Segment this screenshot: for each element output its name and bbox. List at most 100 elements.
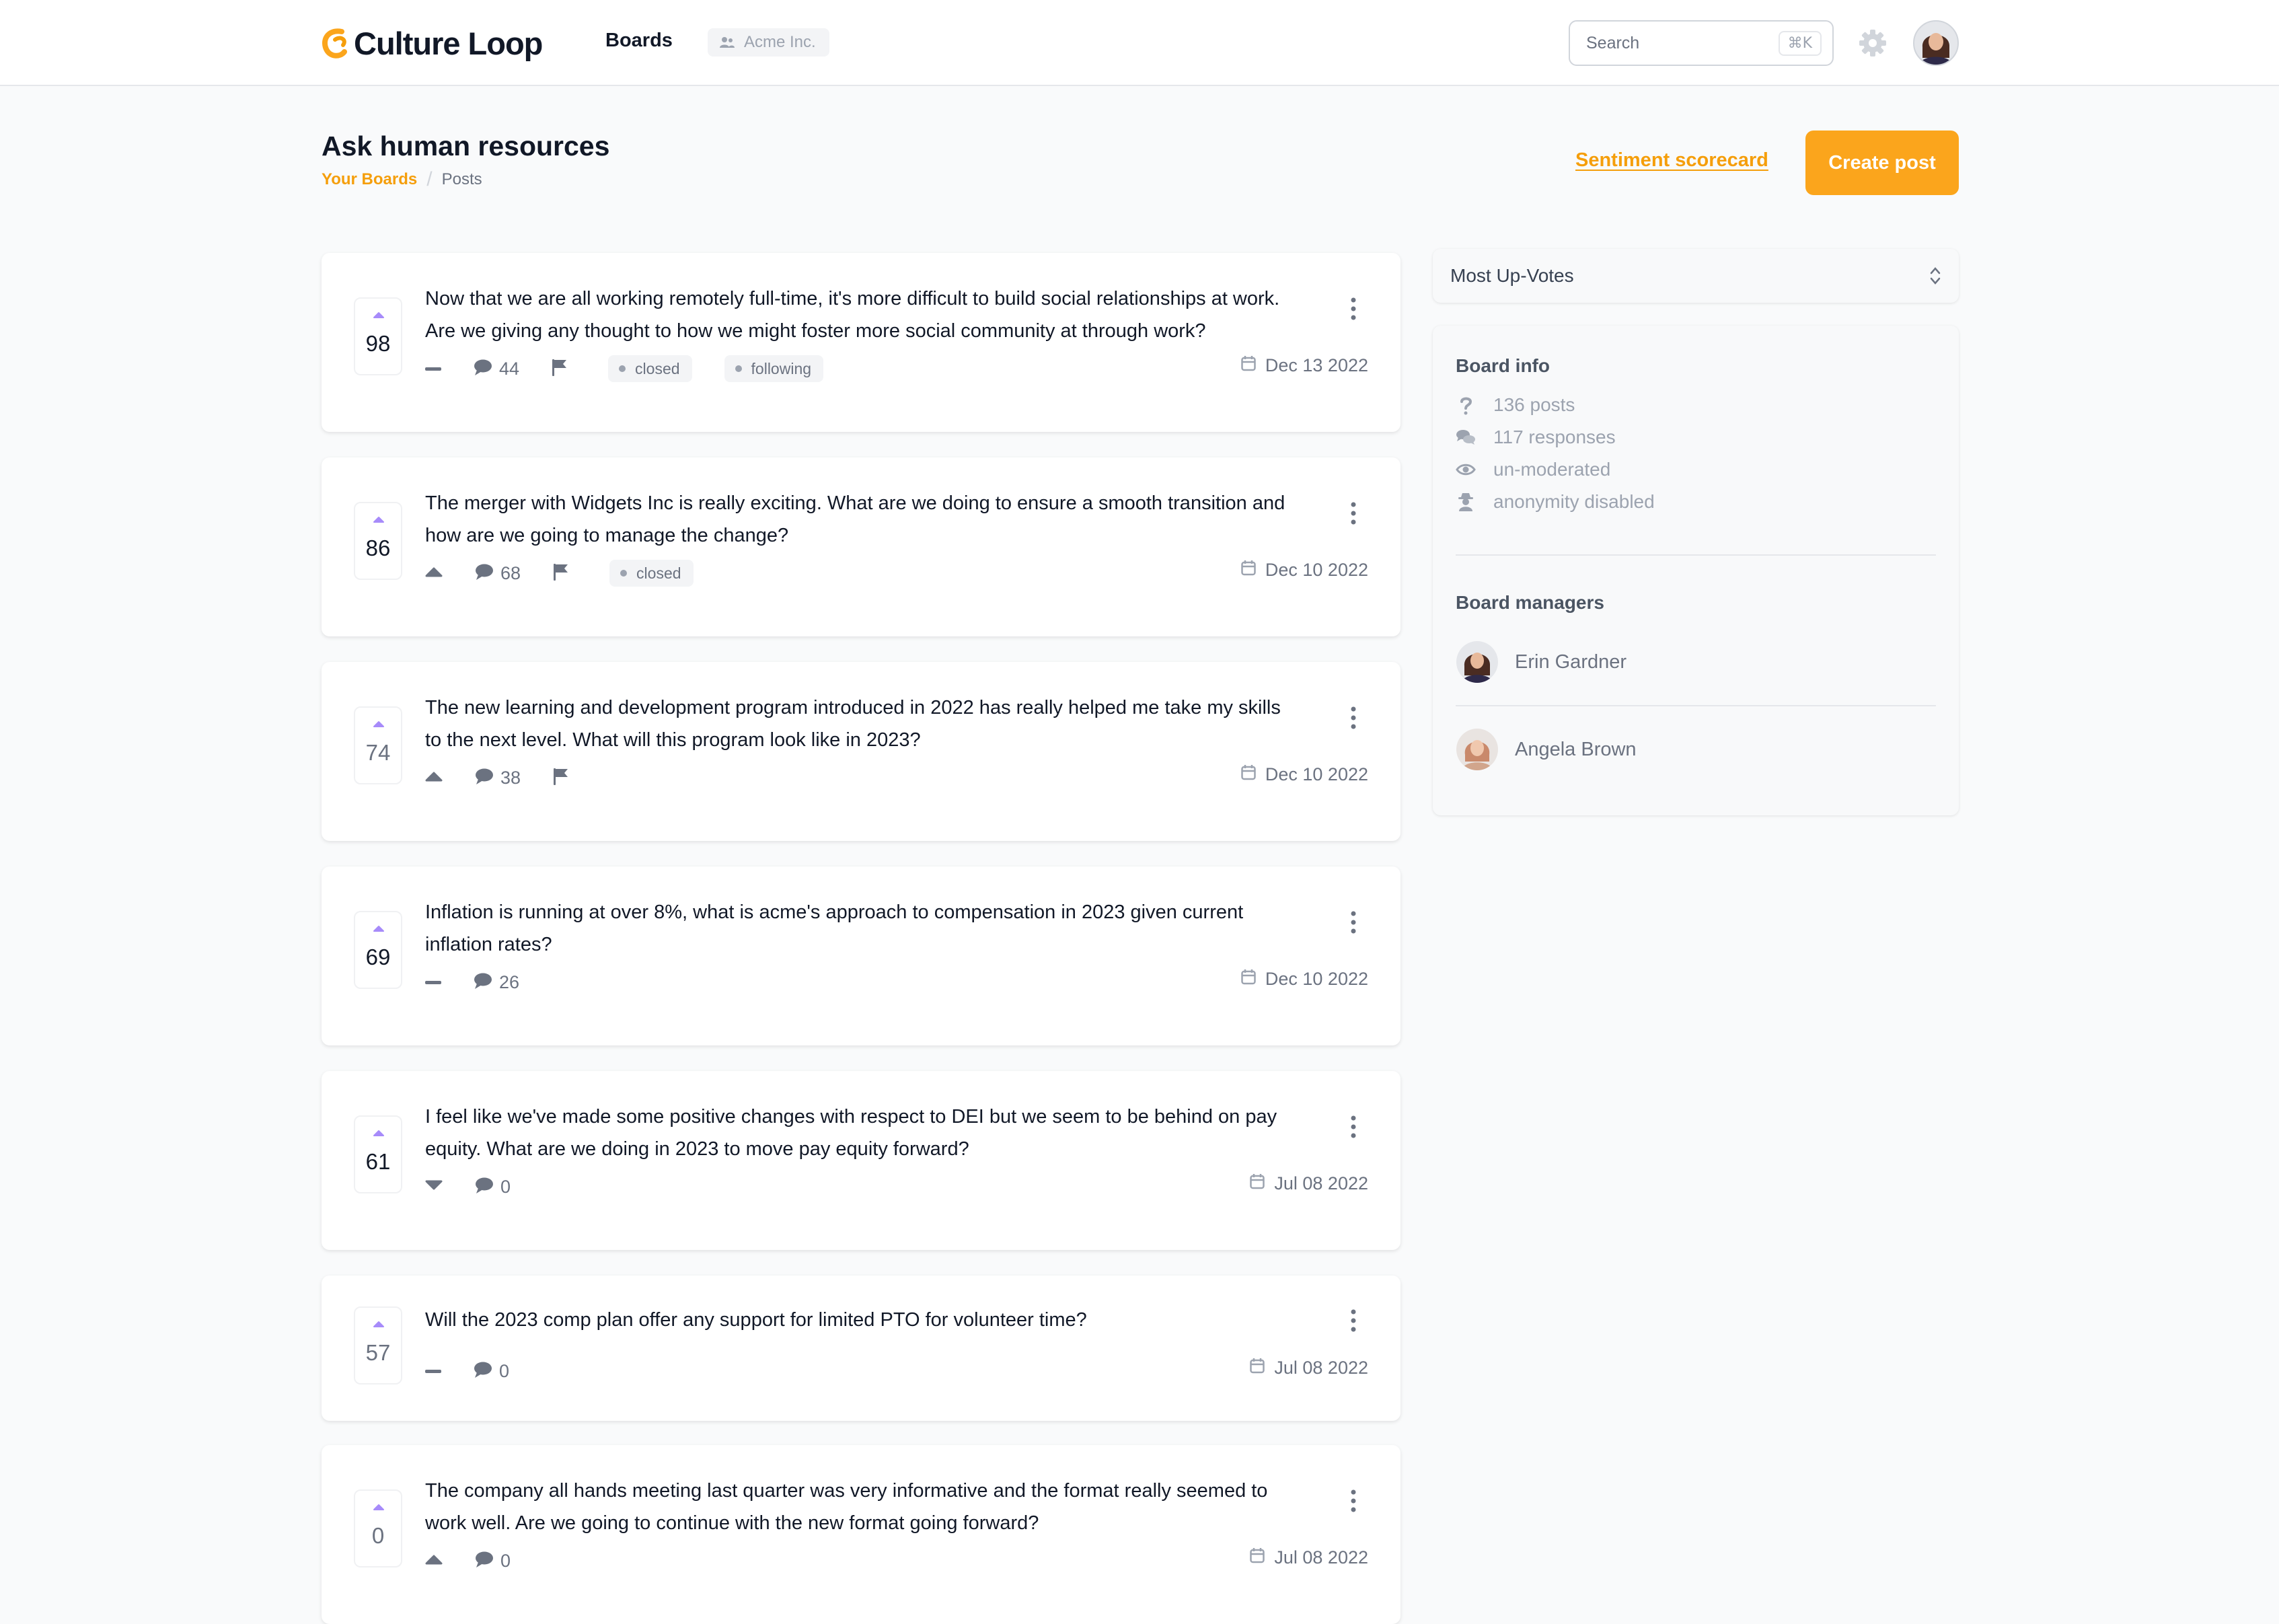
post-tag: following [724, 355, 824, 382]
post-date: Jul 08 2022 [1250, 1547, 1368, 1568]
app-name: Culture Loop [354, 25, 543, 61]
more-options-icon[interactable] [1349, 1489, 1357, 1512]
neutral-vote-icon[interactable] [425, 976, 441, 988]
create-post-button[interactable]: Create post [1805, 131, 1959, 195]
moderation-status-text: un-moderated [1493, 459, 1611, 480]
board-info-posts: 136 posts [1456, 394, 1575, 416]
comment-icon[interactable] [475, 1551, 494, 1572]
post-text[interactable]: Inflation is running at over 8%, what is… [425, 896, 1300, 961]
manager-name: Angela Brown [1515, 738, 1637, 760]
board-manager-item[interactable]: Erin Gardner [1456, 640, 1627, 684]
user-avatar[interactable] [1913, 20, 1959, 66]
post-card[interactable]: 69 Inflation is running at over 8%, what… [322, 866, 1400, 1045]
post-date: Jul 08 2022 [1250, 1358, 1368, 1378]
post-date: Dec 13 2022 [1241, 355, 1368, 376]
users-icon [720, 37, 735, 48]
post-text[interactable]: The new learning and development program… [425, 692, 1300, 756]
more-options-icon[interactable] [1349, 502, 1357, 525]
upvote-box[interactable]: 74 [354, 706, 402, 784]
app-logo[interactable]: Culture Loop [320, 22, 543, 65]
upvote-icon[interactable] [425, 566, 443, 581]
calendar-icon [1241, 560, 1265, 581]
post-text[interactable]: Will the 2023 comp plan offer any suppor… [425, 1304, 1300, 1336]
more-options-icon[interactable] [1349, 1309, 1357, 1332]
post-card[interactable]: 57 Will the 2023 comp plan offer any sup… [322, 1276, 1400, 1421]
flag-icon[interactable] [553, 562, 569, 585]
search-shortcut-badge: ⌘K [1778, 30, 1822, 56]
comment-count: 26 [499, 971, 520, 992]
nav-boards-link[interactable]: Boards [605, 30, 673, 52]
more-options-icon[interactable] [1349, 1115, 1357, 1138]
comment-icon[interactable] [475, 768, 494, 788]
top-navigation-bar: Culture Loop Boards Acme Inc. Search ⌘K [0, 0, 2279, 86]
post-date-text: Dec 10 2022 [1265, 560, 1368, 580]
upvote-box[interactable]: 57 [354, 1306, 402, 1385]
comment-icon[interactable] [475, 1177, 494, 1197]
post-date-text: Dec 10 2022 [1265, 969, 1368, 989]
downvote-icon[interactable] [425, 1180, 443, 1194]
upvote-arrow-icon[interactable] [373, 1129, 385, 1137]
post-date-text: Dec 10 2022 [1265, 764, 1368, 784]
more-options-icon[interactable] [1349, 706, 1357, 729]
post-date-text: Jul 08 2022 [1274, 1173, 1368, 1193]
upvote-arrow-icon[interactable] [373, 720, 385, 728]
post-card[interactable]: 74 The new learning and development prog… [322, 662, 1400, 841]
breadcrumb-separator: / [426, 168, 433, 190]
search-input[interactable]: Search ⌘K [1569, 20, 1834, 66]
post-card[interactable]: 86 The merger with Widgets Inc is really… [322, 457, 1400, 636]
post-meta: 38 [425, 764, 609, 791]
vote-count: 57 [365, 1340, 391, 1365]
more-options-icon[interactable] [1349, 297, 1357, 320]
post-text[interactable]: The company all hands meeting last quart… [425, 1475, 1300, 1539]
comment-icon[interactable] [474, 972, 492, 993]
calendar-icon [1250, 1358, 1274, 1378]
upvote-arrow-icon[interactable] [373, 311, 385, 319]
vote-count: 86 [365, 536, 391, 560]
post-date: Dec 10 2022 [1241, 969, 1368, 990]
upvote-icon[interactable] [425, 771, 443, 785]
flag-icon[interactable] [552, 358, 568, 380]
upvote-icon[interactable] [425, 1554, 443, 1568]
comment-icon[interactable] [475, 563, 494, 584]
eye-icon [1456, 464, 1476, 476]
board-manager-item[interactable]: Angela Brown [1456, 728, 1637, 771]
upvote-arrow-icon[interactable] [373, 515, 385, 523]
more-options-icon[interactable] [1349, 911, 1357, 934]
organization-name: Acme Inc. [744, 33, 816, 51]
comment-count: 68 [500, 562, 521, 583]
question-mark-icon [1460, 397, 1472, 415]
sort-select[interactable]: Most Up-Votes [1433, 249, 1959, 303]
anonymity-status-text: anonymity disabled [1493, 491, 1655, 512]
upvote-box[interactable]: 69 [354, 911, 402, 989]
upvote-arrow-icon[interactable] [373, 924, 385, 932]
comment-count: 0 [500, 1176, 511, 1197]
post-card[interactable]: 61 I feel like we've made some positive … [322, 1071, 1400, 1250]
flag-icon[interactable] [553, 767, 569, 789]
vote-count: 61 [365, 1149, 391, 1174]
upvote-arrow-icon[interactable] [373, 1320, 385, 1328]
post-text[interactable]: Now that we are all working remotely ful… [425, 283, 1300, 347]
post-card[interactable]: 98 Now that we are all working remotely … [322, 253, 1400, 432]
post-meta: 68 closed [425, 560, 726, 587]
post-text[interactable]: I feel like we've made some positive cha… [425, 1101, 1300, 1165]
upvote-box[interactable]: 61 [354, 1115, 402, 1193]
organization-chip[interactable]: Acme Inc. [708, 28, 829, 57]
upvote-box[interactable]: 98 [354, 297, 402, 375]
gear-icon[interactable] [1858, 28, 1888, 58]
board-info-anonymity: anonymity disabled [1456, 491, 1655, 513]
manager-avatar [1456, 729, 1498, 770]
comment-icon[interactable] [474, 1361, 492, 1382]
neutral-vote-icon[interactable] [425, 1365, 441, 1377]
breadcrumb-your-boards[interactable]: Your Boards [322, 170, 417, 189]
post-meta: 0 [425, 1547, 543, 1574]
manager-divider [1456, 705, 1936, 706]
neutral-vote-icon[interactable] [425, 363, 441, 375]
upvote-box[interactable]: 86 [354, 502, 402, 580]
sentiment-scorecard-link[interactable]: Sentiment scorecard [1575, 149, 1768, 172]
post-card[interactable]: 0 The company all hands meeting last qua… [322, 1445, 1400, 1624]
post-date-text: Jul 08 2022 [1274, 1358, 1368, 1378]
upvote-arrow-icon[interactable] [373, 1503, 385, 1511]
post-text[interactable]: The merger with Widgets Inc is really ex… [425, 487, 1300, 552]
upvote-box[interactable]: 0 [354, 1489, 402, 1567]
comment-icon[interactable] [474, 359, 492, 379]
